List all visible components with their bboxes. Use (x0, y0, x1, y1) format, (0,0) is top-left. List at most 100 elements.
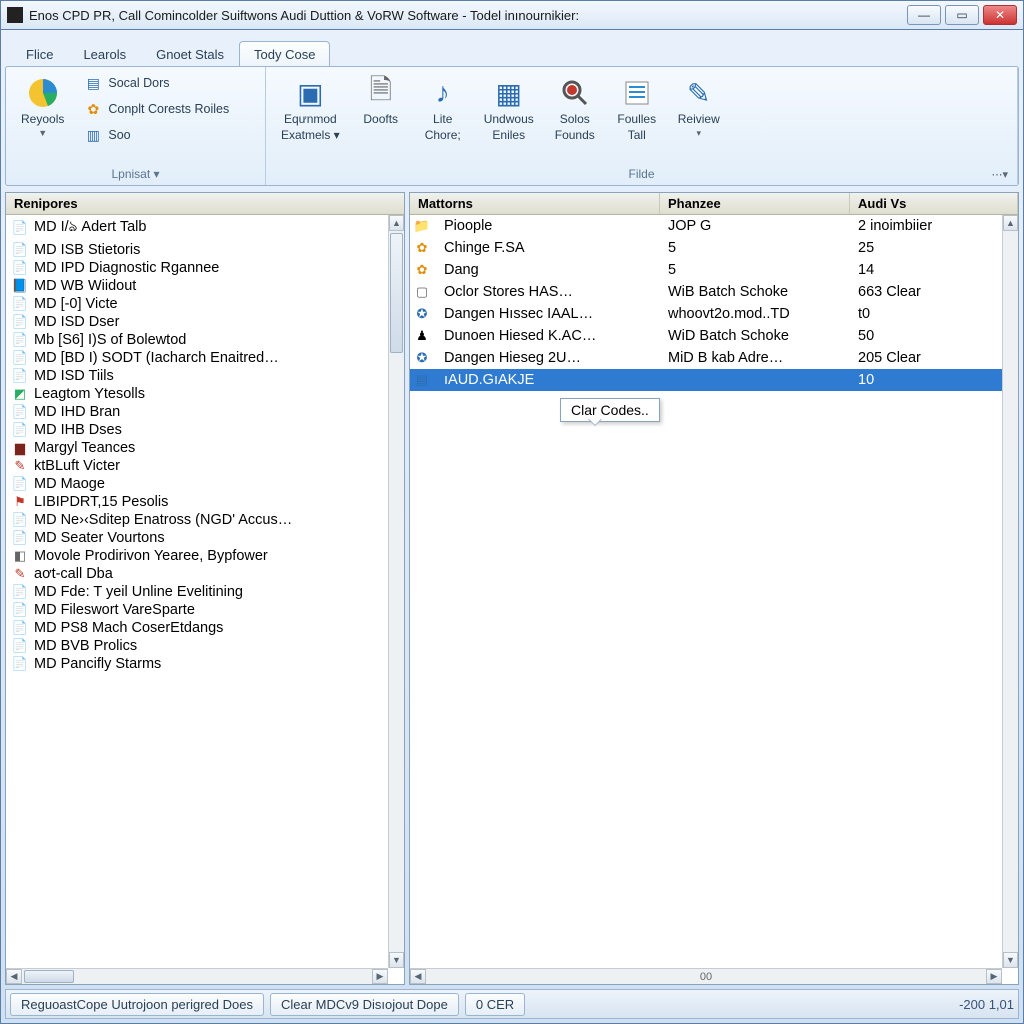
tab-strip: Flice Learols Gnoet Stals Tody Cose (5, 34, 1019, 66)
tree-item[interactable]: 📄MD BVB Prolics (6, 637, 388, 655)
foulles-button[interactable]: FoullesTall (607, 71, 667, 147)
tree-item[interactable]: 📄MD [BD I) SODT (Iacharch Enaitred… (6, 349, 388, 367)
cell-mattorns: Dang (436, 259, 660, 281)
tree-item[interactable]: 📄MD Fde: T yeil Unline Evelitining (6, 583, 388, 601)
scroll-up-icon[interactable]: ▲ (1003, 215, 1018, 231)
hscrollbar-left[interactable]: ◀ ▶ (6, 968, 388, 984)
maximize-button[interactable]: ▭ (945, 5, 979, 25)
ribbon: Reyools ▼ ▤Socal Dors ✿Conplt Corests Ro… (5, 66, 1019, 186)
tree-item-label: MD Ne›‹Sditep Enatross (NGD' Accus… (34, 512, 292, 528)
tree-item[interactable]: 📄MD [-0] Victe (6, 295, 388, 313)
reiview-button[interactable]: ✎Reiview▾ (669, 71, 729, 144)
tree-item[interactable]: 📄 MD ISD Tiils (6, 367, 388, 385)
item-icon: 📄 (12, 332, 28, 348)
tab-gnoet-stals[interactable]: Gnoet Stals (141, 41, 239, 66)
ribbon-expand-icon[interactable]: ⋯▾ (991, 168, 1008, 181)
scroll-right-icon[interactable]: ▶ (372, 969, 388, 984)
tree-item[interactable]: 📄MD Seater Vourtons (6, 529, 388, 547)
tree-item-label: MD ISD Tiils (34, 368, 114, 384)
list-row[interactable]: ✿Chinge F.SA525 (410, 237, 1002, 259)
right-panel: Mattorns Phanzee Audi Vs 📁PioopleJOP G2 … (409, 192, 1019, 985)
tree-item[interactable]: 📄MD I/ঌ Adert Talb (6, 215, 388, 241)
list-body[interactable]: 📁PioopleJOP G2 inoimbiier✿Chinge F.SA525… (410, 215, 1018, 984)
cell-audi-vs: 50 (850, 325, 1002, 347)
tree-item[interactable]: ◧Movole Prodirivon Yearee, Bypfower (6, 547, 388, 565)
reyools-button[interactable]: Reyools ▼ (12, 71, 73, 143)
tree-item[interactable]: ◩Leagtom Ytesolls (6, 385, 388, 403)
vscrollbar-right[interactable]: ▲ ▼ (1002, 215, 1018, 968)
vscroll-thumb[interactable] (390, 233, 403, 353)
hscrollbar-right[interactable]: ◀ 00 ▶ (410, 968, 1002, 984)
col-audi-vs[interactable]: Audi Vs (850, 193, 1018, 214)
tree-item[interactable]: ⚑LIBIPDRT,15 Pesolis (6, 493, 388, 511)
pie-chart-icon (26, 76, 60, 110)
list-row[interactable]: 📁PioopleJOP G2 inoimbiier (410, 215, 1002, 237)
tree-item[interactable]: 📄MD Pancifly Starms (6, 655, 388, 673)
tab-learols[interactable]: Learols (68, 41, 141, 66)
tree-item[interactable]: ✎aơt-call Dba (6, 565, 388, 583)
cell-phanzee: whoovt2o.mod..TD (660, 303, 850, 325)
conplt-corests-button[interactable]: ✿Conplt Corests Roiles (77, 97, 236, 121)
tree-item[interactable]: 📄MD IHB Dses (6, 421, 388, 439)
list-row[interactable]: ▢Oclor Stores HAS…WiB Batch Schoke663 Cl… (410, 281, 1002, 303)
undwous-button[interactable]: ▦UndwousEniles (475, 71, 543, 147)
tree-item-label: Leagtom Ytesolls (34, 386, 145, 402)
page-icon: ▥ (84, 126, 102, 144)
status-btn-3[interactable]: 0 CER (465, 993, 525, 1016)
ribbon-group1-caption[interactable]: Lpnisat ▾ (12, 165, 259, 183)
solos-button[interactable]: SolosFounds (545, 71, 605, 147)
scroll-right-icon[interactable]: ▶ (986, 969, 1002, 984)
doofts-label: Doofts (363, 112, 398, 126)
tab-tody-cose[interactable]: Tody Cose (239, 41, 330, 67)
magnifier-icon (558, 76, 592, 110)
item-icon: 📄 (12, 656, 28, 672)
list-row[interactable]: ✪Dangen Hieseg 2U…MiD B kab Adre…205 Cle… (410, 347, 1002, 369)
status-btn-1[interactable]: ReguoastCope Uutrojoon perigred Does (10, 993, 264, 1016)
tree-item[interactable]: ▆Margyl Teances (6, 439, 388, 457)
scroll-down-icon[interactable]: ▼ (389, 952, 404, 968)
tree-item[interactable]: 📄MD IHD Bran (6, 403, 388, 421)
tree-item[interactable]: 📄MD IPD Diagnostic Rgannee (6, 259, 388, 277)
vscrollbar[interactable]: ▲ ▼ (388, 215, 404, 968)
col-mattorns[interactable]: Mattorns (410, 193, 660, 214)
tree-item[interactable]: 📄MD ISB Stietoris (6, 241, 388, 259)
item-icon: 📄 (12, 296, 28, 312)
tree-view[interactable]: 📄MD I/ঌ Adert Talb📄MD ISB Stietoris📄MD I… (6, 215, 404, 984)
item-icon: 📄 (12, 368, 28, 384)
minimize-button[interactable]: — (907, 5, 941, 25)
tree-item[interactable]: 📄MD Maoge (6, 475, 388, 493)
soo-button[interactable]: ▥Soo (77, 123, 236, 147)
tree-item-label: LIBIPDRT,15 Pesolis (34, 494, 168, 510)
list-row[interactable]: ▤ıAUD.GıAKJE10 (410, 369, 1002, 391)
tree-item-label: MD IPD Diagnostic Rgannee (34, 260, 219, 276)
list-icon (620, 76, 654, 110)
tab-flice[interactable]: Flice (11, 41, 68, 66)
status-btn-2[interactable]: Clear MDCv9 Disıojout Dope (270, 993, 459, 1016)
doofts-button[interactable]: 🗎Doofts (351, 71, 411, 133)
tree-item[interactable]: 📄Mb [S6] I)S of Bolewtod (6, 331, 388, 349)
eqnmod-button[interactable]: ▣EqưnmodExatmels ▾ (272, 71, 349, 147)
tree-item[interactable]: ✎ktBLuft Victer (6, 457, 388, 475)
tree-item[interactable]: 📄MD ISD Dser (6, 313, 388, 331)
tree-item[interactable]: 📘MD WB Wiidout (6, 277, 388, 295)
list-row[interactable]: ✿Dang514 (410, 259, 1002, 281)
item-icon: ✎ (12, 458, 28, 474)
list-row[interactable]: ♟Dunoen Hiesed K.AC…WiD Batch Schoke50 (410, 325, 1002, 347)
row-icon: 📁 (414, 218, 430, 234)
close-button[interactable]: ✕ (983, 5, 1017, 25)
row-icon: ✪ (414, 350, 430, 366)
tree-item[interactable]: 📄MD Fileswort VareSparte (6, 601, 388, 619)
scroll-down-icon[interactable]: ▼ (1003, 952, 1018, 968)
tree-item[interactable]: 📄MD PS8 Mach CoserEtdangs (6, 619, 388, 637)
scroll-left-icon[interactable]: ◀ (6, 969, 22, 984)
status-right-value: -200 1,01 (959, 997, 1014, 1012)
col-phanzee[interactable]: Phanzee (660, 193, 850, 214)
list-row[interactable]: ✪Dangen Hıssec IAAL…whoovt2o.mod..TDt0 (410, 303, 1002, 325)
hscroll-thumb[interactable] (24, 970, 74, 983)
socal-dors-button[interactable]: ▤Socal Dors (77, 71, 236, 95)
status-bar: ReguoastCope Uutrojoon perigred Does Cle… (5, 989, 1019, 1019)
scroll-up-icon[interactable]: ▲ (389, 215, 404, 231)
tree-item[interactable]: 📄MD Ne›‹Sditep Enatross (NGD' Accus… (6, 511, 388, 529)
lite-chore-button[interactable]: ♪LiteChore; (413, 71, 473, 147)
scroll-left-icon[interactable]: ◀ (410, 969, 426, 984)
